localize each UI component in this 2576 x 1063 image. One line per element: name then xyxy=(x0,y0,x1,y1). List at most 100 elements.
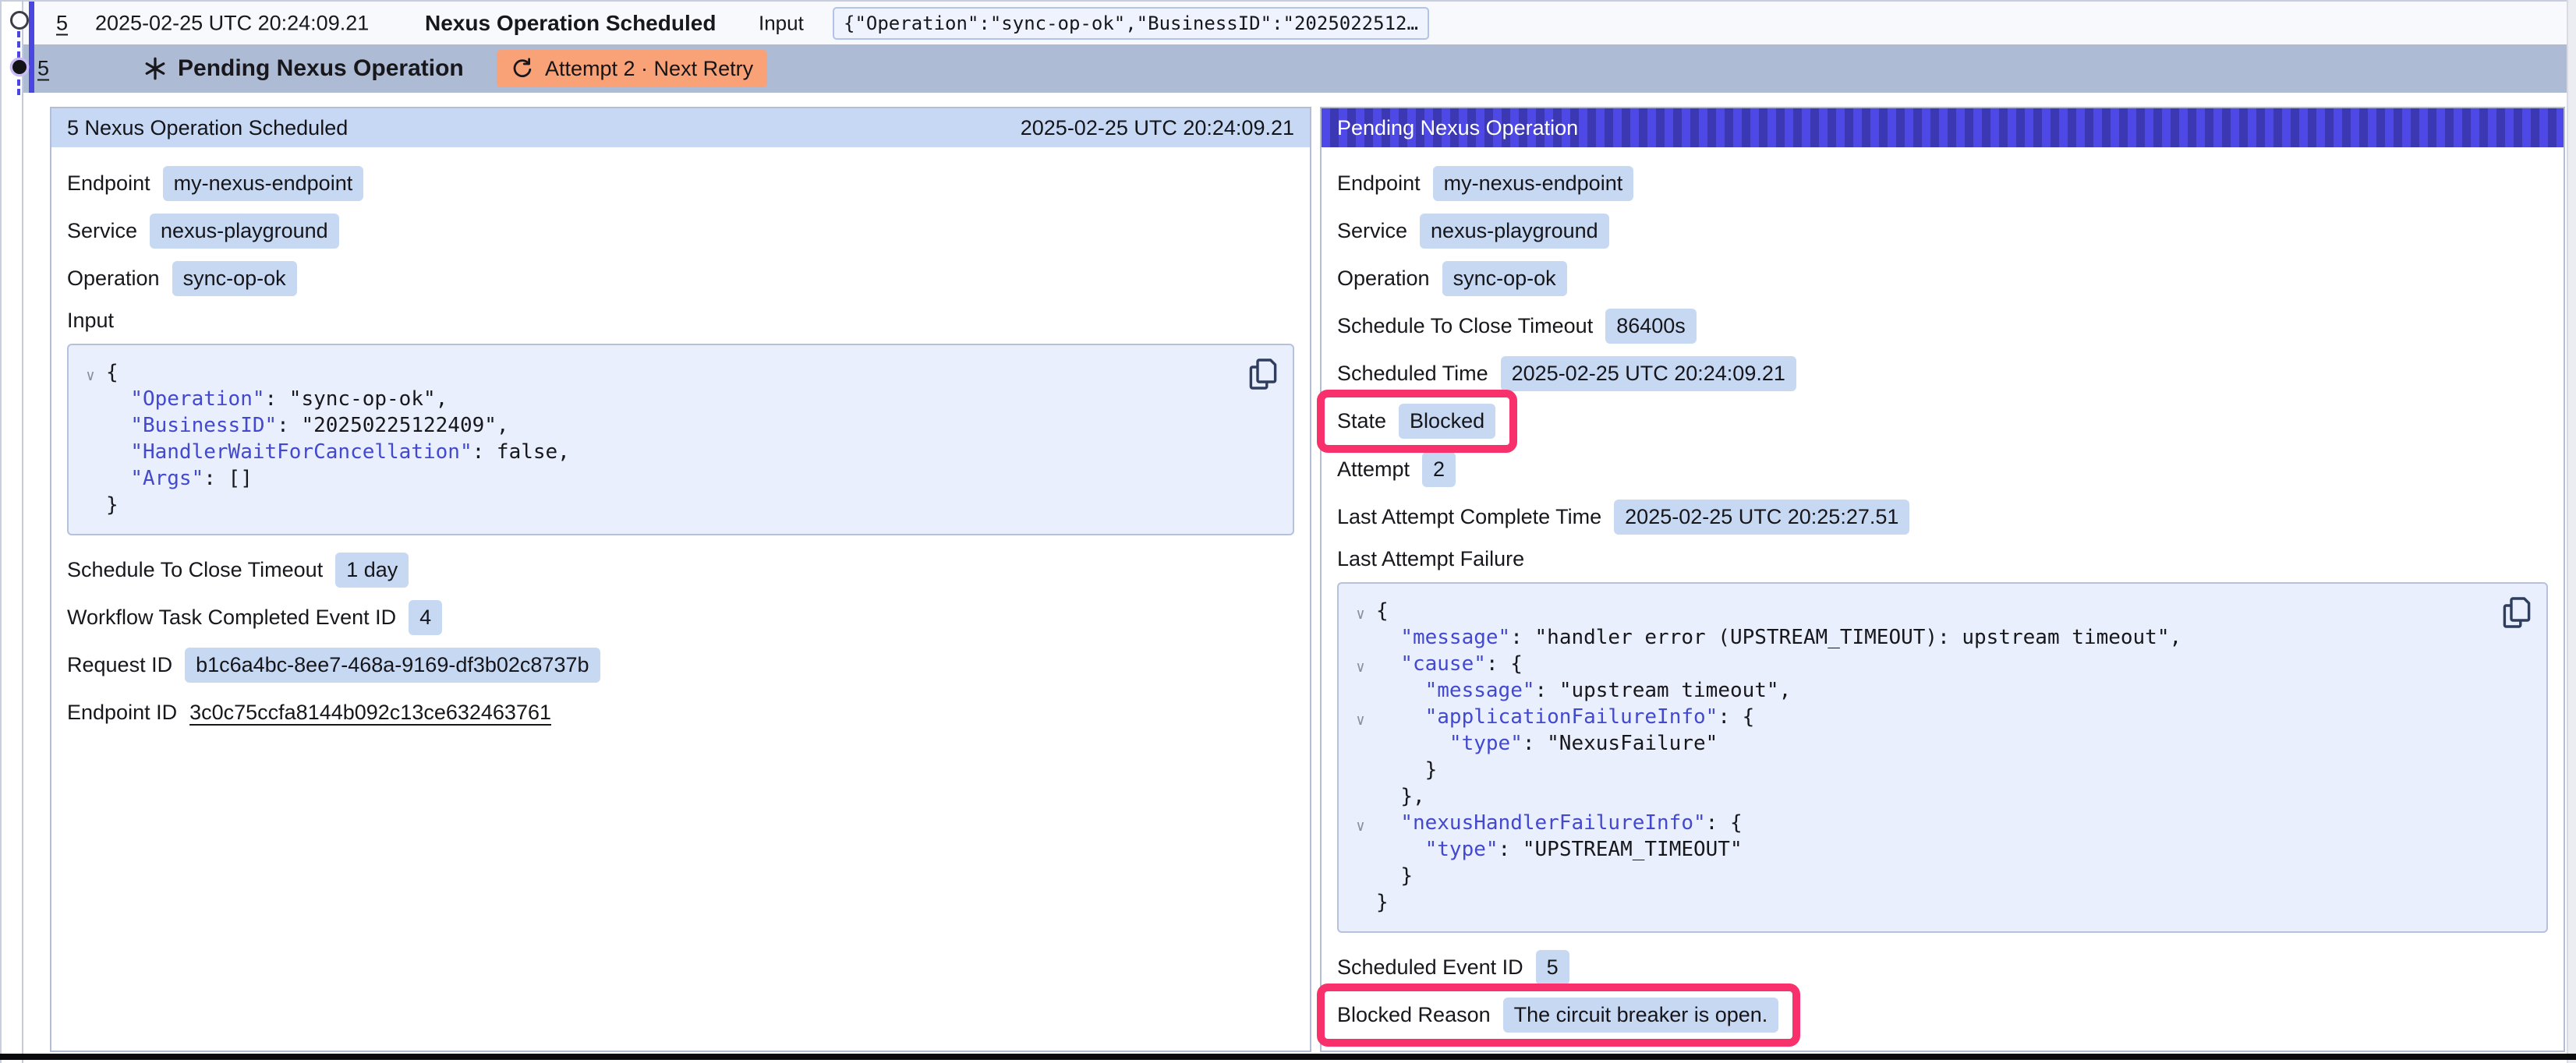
chevron-down-icon[interactable]: ∨ xyxy=(1345,654,1376,680)
input-section-label: Input xyxy=(67,309,1294,333)
field-value-chip: 86400s xyxy=(1605,309,1697,344)
field-value-chip: 2 xyxy=(1422,452,1456,487)
state-value-chip: Blocked xyxy=(1399,404,1495,439)
field-label: Schedule To Close Timeout xyxy=(1337,314,1593,338)
card-body: Endpoint my-nexus-endpoint Service nexus… xyxy=(51,147,1310,729)
event-row-pending[interactable]: 5 Pending Nexus Operation Attempt 2 · Ne… xyxy=(23,44,2567,93)
field-label: Scheduled Event ID xyxy=(1337,955,1523,980)
json-line: "type": "UPSTREAM_TIMEOUT" xyxy=(1345,836,2531,863)
field-service: Service nexus-playground xyxy=(67,214,1294,248)
pending-nexus-operation-card: Pending Nexus Operation Endpoint my-nexu… xyxy=(1320,107,2565,1052)
field-label: Endpoint ID xyxy=(67,701,177,725)
filled-circle-marker xyxy=(9,56,30,82)
field-endpoint: Endpoint my-nexus-endpoint xyxy=(1337,166,2548,200)
json-line: ∨ "nexusHandlerFailureInfo": { xyxy=(1345,810,2531,836)
field-schedule-to-close-timeout: Schedule To Close Timeout 86400s xyxy=(1337,309,2548,343)
field-scheduled-event-id: Scheduled Event ID 5 xyxy=(1337,950,2548,984)
field-label: Attempt xyxy=(1337,457,1410,482)
field-label: Operation xyxy=(1337,267,1430,291)
state-field-highlight-annotation: State Blocked xyxy=(1317,390,1517,453)
field-label: Schedule To Close Timeout xyxy=(67,558,323,582)
chevron-down-icon[interactable]: ∨ xyxy=(1345,707,1376,733)
field-label: Last Attempt Complete Time xyxy=(1337,505,1601,529)
json-line: "type": "NexusFailure" xyxy=(1345,730,2531,757)
expanded-row-bottom-border xyxy=(0,1054,2576,1060)
vertical-scrollbar[interactable] xyxy=(2567,0,2576,1063)
card-header-pending: Pending Nexus Operation xyxy=(1322,108,2564,147)
field-endpoint: Endpoint my-nexus-endpoint xyxy=(67,166,1294,200)
field-label: Endpoint xyxy=(67,171,150,196)
attempt-retry-badge: Attempt 2 · Next Retry xyxy=(497,50,767,87)
history-event-expanded-view: { "rows": { "scheduled": { "id": "5", "t… xyxy=(0,0,2576,1063)
endpoint-id-link[interactable]: 3c0c75ccfa8144b092c13ce632463761 xyxy=(189,701,551,725)
input-preview-chip[interactable]: {"Operation":"sync-op-ok","BusinessID":"… xyxy=(833,7,1429,40)
json-line: } xyxy=(1345,863,2531,889)
chevron-down-icon[interactable]: ∨ xyxy=(1345,601,1376,627)
field-value-chip: 1 day xyxy=(335,553,409,588)
field-attempt: Attempt 2 xyxy=(1337,452,2548,486)
event-id-link[interactable]: 5 xyxy=(56,11,68,35)
attempt-retry-label: Attempt 2 · Next Retry xyxy=(545,57,753,81)
json-line: "BusinessID": "20250225122409", xyxy=(75,412,1277,439)
event-id-link[interactable]: 5 xyxy=(37,57,49,81)
input-label: Input xyxy=(759,11,804,35)
field-service: Service nexus-playground xyxy=(1337,214,2548,248)
field-label: Blocked Reason xyxy=(1337,1003,1491,1027)
card-body: Endpoint my-nexus-endpoint Service nexus… xyxy=(1322,147,2564,1047)
json-line: ∨ "applicationFailureInfo": { xyxy=(1345,704,2531,730)
input-json-viewer: ∨{ "Operation": "sync-op-ok", "BusinessI… xyxy=(67,344,1294,535)
field-workflow-task-completed-event-id: Workflow Task Completed Event ID 4 xyxy=(67,600,1294,634)
field-label: Service xyxy=(1337,219,1407,243)
retry-icon xyxy=(511,57,534,80)
json-line: "Args": [] xyxy=(75,465,1277,492)
copy-icon[interactable] xyxy=(2500,595,2534,632)
json-line: "Operation": "sync-op-ok", xyxy=(75,386,1277,412)
event-title: Nexus Operation Scheduled xyxy=(425,11,716,36)
event-table-left-border xyxy=(22,0,23,1063)
field-label: Workflow Task Completed Event ID xyxy=(67,606,396,630)
chevron-down-icon[interactable]: ∨ xyxy=(1345,813,1376,839)
json-line: } xyxy=(1345,757,2531,783)
copy-icon[interactable] xyxy=(1246,356,1280,394)
field-operation: Operation sync-op-ok xyxy=(1337,261,2548,295)
field-scheduled-time: Scheduled Time 2025-02-25 UTC 20:24:09.2… xyxy=(1337,356,2548,390)
field-label: Request ID xyxy=(67,653,172,677)
field-value-chip: 2025-02-25 UTC 20:25:27.51 xyxy=(1614,500,1909,535)
asterisk-icon xyxy=(142,55,168,82)
field-label: Service xyxy=(67,219,137,243)
chevron-down-icon[interactable]: ∨ xyxy=(75,362,106,389)
field-endpoint-id: Endpoint ID 3c0c75ccfa8144b092c13ce63246… xyxy=(67,695,1294,729)
json-line: }, xyxy=(1345,783,2531,810)
field-operation: Operation sync-op-ok xyxy=(67,261,1294,295)
field-value-chip: my-nexus-endpoint xyxy=(163,166,364,201)
event-title: Pending Nexus Operation xyxy=(178,55,464,82)
field-value-chip: sync-op-ok xyxy=(172,261,297,296)
card-timestamp: 2025-02-25 UTC 20:24:09.21 xyxy=(1021,116,1294,140)
field-value-chip: 5 xyxy=(1536,950,1569,985)
event-row-scheduled[interactable]: 5 2025-02-25 UTC 20:24:09.21 Nexus Opera… xyxy=(23,2,2567,44)
left-divider xyxy=(0,0,2,1063)
field-value-chip: nexus-playground xyxy=(1420,214,1609,249)
timeline-dashed-connector xyxy=(17,79,20,95)
field-value-chip: 2025-02-25 UTC 20:24:09.21 xyxy=(1501,356,1796,391)
field-schedule-to-close-timeout: Schedule To Close Timeout 1 day xyxy=(67,553,1294,587)
last-attempt-failure-label: Last Attempt Failure xyxy=(1337,547,2548,571)
field-last-attempt-complete-time: Last Attempt Complete Time 2025-02-25 UT… xyxy=(1337,500,2548,534)
card-header-scheduled: 5 Nexus Operation Scheduled 2025-02-25 U… xyxy=(51,108,1310,147)
field-label: Endpoint xyxy=(1337,171,1421,196)
field-value-chip: nexus-playground xyxy=(150,214,339,249)
json-line: } xyxy=(1345,889,2531,916)
event-timestamp: 2025-02-25 UTC 20:24:09.21 xyxy=(95,11,369,35)
field-value-chip: b1c6a4bc-8ee7-468a-9169-df3b02c8737b xyxy=(185,648,600,683)
field-value-chip: sync-op-ok xyxy=(1442,261,1567,296)
json-line: } xyxy=(75,492,1277,518)
json-line: ∨{ xyxy=(1345,598,2531,624)
field-label: State xyxy=(1337,409,1386,433)
field-value-chip: 4 xyxy=(409,600,442,635)
field-label: Scheduled Time xyxy=(1337,362,1488,386)
field-value-chip: my-nexus-endpoint xyxy=(1433,166,1634,201)
card-title: Pending Nexus Operation xyxy=(1337,116,1578,140)
failure-json-viewer: ∨{ "message": "handler error (UPSTREAM_T… xyxy=(1337,582,2548,933)
card-title: 5 Nexus Operation Scheduled xyxy=(67,116,348,140)
open-circle-marker xyxy=(8,9,31,36)
